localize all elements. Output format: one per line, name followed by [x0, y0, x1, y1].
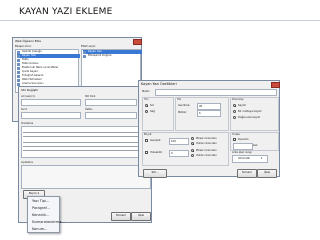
title-divider	[0, 20, 320, 21]
effect-icon	[83, 54, 86, 58]
name-label: Ad (seçici):	[21, 95, 36, 98]
effect-label: Efekt seçin:	[81, 45, 97, 48]
class-label: Sınıf	[21, 108, 27, 111]
behavior-label: Davranış	[232, 98, 244, 101]
delay-input[interactable]: 90	[197, 103, 221, 110]
effect-item[interactable]: Etkileşimli Düğme	[83, 54, 142, 58]
behavior-slide-label: Bir noktaya kaydır	[238, 110, 262, 113]
format-menu: Yazı Tipi... Paragraf... Kenarlık... Num…	[27, 196, 65, 233]
preview-text-line	[23, 142, 149, 143]
repeat-label: Yinele	[232, 133, 240, 136]
width-pixels-label: Piksel cinsinden	[196, 137, 217, 140]
menu-item-paragraph[interactable]: Paragraf...	[32, 206, 50, 210]
height-checkbox[interactable]	[145, 151, 148, 154]
cancel-button[interactable]: İptal	[131, 212, 151, 221]
component-type-label: Bileşen türü:	[15, 45, 32, 48]
size-label: Boyut	[144, 133, 152, 136]
speed-label: Hız	[177, 98, 182, 101]
behavior-scroll-label: Kaydır	[238, 104, 247, 107]
text-input[interactable]	[155, 89, 277, 96]
height-pixels-label: Piksel cinsinden	[196, 149, 217, 152]
based-on-label: Üstte:	[85, 108, 93, 111]
preview-text-line	[23, 146, 149, 147]
width-input[interactable]: 100	[169, 138, 189, 145]
amount-label: Miktar:	[178, 111, 187, 114]
ok-button[interactable]: Tamam	[237, 169, 257, 178]
chevron-down-icon: ▾	[261, 157, 263, 160]
text-label: Metin:	[142, 90, 151, 93]
behavior-alternate-label: Dağla sola kaydır	[238, 116, 261, 119]
menu-item-font[interactable]: Yazı Tipi...	[32, 199, 49, 203]
dialog-title: Kayan Yazı Özellikleri	[141, 82, 177, 86]
width-percent-radio[interactable]	[191, 142, 194, 145]
direction-right-label: Sağ	[150, 110, 155, 113]
chevron-down-icon: ▾	[37, 191, 40, 195]
repeat-count-input[interactable]	[233, 143, 253, 150]
width-pixels-radio[interactable]	[191, 137, 194, 140]
height-input[interactable]: 0	[169, 150, 189, 157]
width-percent-label: Yüzde cinsinden	[196, 142, 217, 145]
width-label: Genişlik:	[150, 139, 162, 142]
dialog-title: Web Öğesini Ekle	[15, 39, 42, 43]
style-button[interactable]: Stil...	[143, 169, 167, 178]
background-color-label: Arka plan rengi	[232, 151, 252, 154]
height-label: Yükseklik:	[150, 151, 163, 154]
height-percent-label: Yüzde cinsinden	[196, 154, 217, 157]
preview-text-line	[23, 150, 149, 151]
close-button[interactable]	[271, 82, 280, 88]
description-box	[21, 165, 151, 189]
times-label: kez	[253, 144, 258, 147]
direction-right-radio[interactable]	[145, 110, 148, 113]
direction-group	[142, 97, 174, 131]
preview-text-line	[23, 132, 149, 133]
menu-item-border[interactable]: Kenarlık...	[32, 213, 49, 217]
delay-label: Gecikme:	[178, 104, 191, 107]
height-pixels-radio[interactable]	[191, 149, 194, 152]
slide-title: KAYAN YAZI EKLEME	[19, 7, 113, 17]
preview-text-line	[23, 136, 149, 137]
preview-box	[21, 126, 151, 158]
continuous-checkbox[interactable]: ✓	[233, 138, 237, 142]
direction-label: Yön	[144, 98, 149, 101]
preview-label: Önizleme	[21, 122, 34, 125]
ok-button[interactable]: Tamam	[111, 212, 131, 221]
direction-left-label: Sol	[150, 104, 154, 107]
name-input[interactable]	[21, 99, 81, 106]
amount-input[interactable]: 6	[197, 110, 221, 117]
class-select[interactable]	[21, 112, 81, 119]
dialog-title: Stil Değiştir	[21, 88, 39, 92]
width-checkbox[interactable]	[145, 139, 148, 142]
description-label: Açıklama	[21, 161, 33, 164]
style-type-select[interactable]	[85, 99, 137, 106]
cancel-button[interactable]: İptal	[257, 169, 277, 178]
based-on-select[interactable]	[85, 112, 137, 119]
background-color-select[interactable]: Otomatik ▾	[232, 155, 268, 163]
behavior-slide-radio[interactable]	[233, 110, 236, 113]
close-button[interactable]	[133, 39, 142, 45]
behavior-alternate-radio[interactable]	[233, 116, 236, 119]
menu-item-numbering[interactable]: Numaralandırma...	[32, 220, 65, 224]
menu-item-position[interactable]: Konum...	[32, 227, 47, 231]
behavior-group	[230, 97, 279, 131]
height-percent-radio[interactable]	[191, 154, 194, 157]
style-type-label: Stil türü:	[85, 95, 97, 98]
continuous-label: Devamlı	[238, 138, 249, 141]
direction-left-radio[interactable]	[145, 104, 148, 107]
marquee-properties-dialog: Kayan Yazı Özellikleri Metin: Yön Sol Sa…	[138, 80, 280, 178]
behavior-scroll-radio[interactable]	[233, 104, 236, 107]
